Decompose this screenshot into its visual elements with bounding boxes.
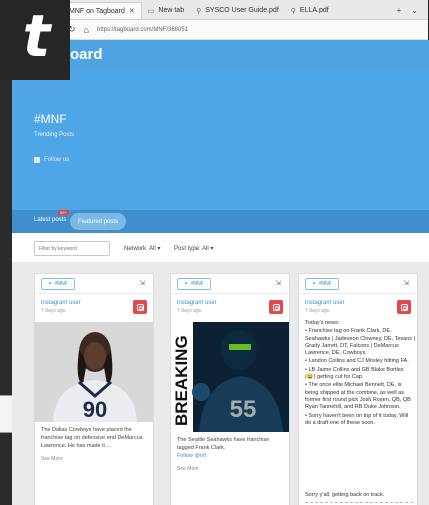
post-text-line: • Sorry haven't been on top of it today.…	[305, 412, 409, 426]
post-text-line: • Landon Collins and CJ Mosley hitting F…	[305, 358, 409, 365]
post-age: 7 days ago	[177, 308, 202, 314]
close-icon[interactable]: ✕	[129, 7, 135, 15]
featured-posts-button[interactable]: Featured posts	[70, 213, 127, 230]
tab-sysco-pdf[interactable]: ⚲ SYSCO User Guide.pdf	[190, 2, 285, 19]
card-header: ⚭ #MNF ⇲	[35, 274, 153, 294]
post-type-dropdown[interactable]: Post type: All ▾	[174, 245, 213, 252]
post-author[interactable]: instagram user	[305, 300, 345, 306]
page-subtitle: Trending Posts	[34, 132, 75, 138]
search-input[interactable]	[34, 241, 110, 256]
card-header: ⚭ #MNF ⇲	[171, 274, 289, 294]
search-icon: ⚲	[290, 7, 296, 15]
tab-title: SYSCO User Guide.pdf	[205, 7, 279, 14]
breaking-text: BREAKING	[172, 335, 191, 426]
brand-name[interactable]: oard	[70, 46, 103, 63]
tab-ella-pdf[interactable]: ⚲ ELLA.pdf	[285, 2, 335, 19]
tab-new[interactable]: ▭ New tab	[142, 2, 190, 19]
post-image[interactable]: 90	[35, 322, 153, 422]
tag-label: #MNF	[190, 281, 204, 287]
tag-label: #MNF	[318, 281, 332, 287]
pin-icon[interactable]: ⇲	[403, 279, 409, 287]
jersey-number: 55	[230, 396, 257, 423]
post-card[interactable]: ⚭ #MNF ⇲ instagram user 7 days ago BREAK…	[170, 273, 290, 505]
chevron-down-icon[interactable]: ⌄	[411, 6, 418, 15]
post-author[interactable]: instagram user	[177, 300, 217, 306]
player-photo: 90	[35, 322, 153, 422]
post-feed: ⚭ #MNF ⇲ instagram user 7 days ago 90 Th…	[12, 263, 429, 505]
post-author[interactable]: instagram user	[41, 300, 81, 306]
post-caption: The Seattle Seahawks have franchise tagg…	[177, 437, 270, 451]
filter-bar: Network: All ▾ Post type: All ▾	[12, 233, 429, 263]
tab-bar: MNF on Tagboard ✕ ▭ New tab ⚲ SYSCO User…	[12, 0, 428, 20]
follow-nfl-link[interactable]: Follow @nfl	[177, 452, 285, 460]
pin-icon[interactable]: ⇲	[275, 279, 281, 287]
tab-title: New tab	[158, 7, 185, 14]
network-filter-dropdown[interactable]: Network: All ▾	[124, 245, 160, 252]
post-image[interactable]: BREAKING 55	[171, 322, 289, 432]
tab-title: ELLA.pdf	[299, 7, 329, 14]
post-text-line: • The once elite Michael Bennett, DE, is…	[305, 382, 411, 411]
post-footer-text: Sorry y'all, getting back on track.	[305, 492, 385, 498]
breaking-graphic: BREAKING 55	[171, 322, 289, 432]
page-icon: ▭	[147, 7, 155, 15]
hero-banner: #MNF Trending Posts Follow us Latest pos…	[12, 70, 429, 233]
facebook-icon	[34, 157, 40, 163]
post-card[interactable]: ⚭ #MNF ⇲ instagram user 7 days ago 90 Th…	[34, 273, 154, 505]
instagram-icon[interactable]	[397, 300, 411, 314]
post-text-line: • Franchise tag on Frank Clark, DE, Seah…	[305, 328, 415, 357]
jersey-number: 90	[83, 397, 107, 422]
tag-button[interactable]: ⚭ #MNF	[305, 278, 339, 290]
post-text: Today's news: • Franchise tag on Frank C…	[305, 320, 415, 428]
tab-tagboard[interactable]: MNF on Tagboard ✕	[62, 2, 142, 19]
card-header: ⚭ #MNF ⇲	[299, 274, 417, 294]
new-tab-icon[interactable]: +	[397, 6, 402, 15]
url-field[interactable]: https://tagboard.com/MNF/366051	[97, 27, 188, 33]
pin-icon[interactable]: ⇲	[139, 279, 145, 287]
instagram-icon[interactable]	[133, 300, 147, 314]
post-caption: The Dallas Cowboys have placed the franc…	[41, 427, 143, 449]
new-count-badge: 99+	[58, 210, 69, 215]
tag-button[interactable]: ⚭ #MNF	[177, 278, 211, 290]
tag-label: #MNF	[54, 281, 68, 287]
address-bar: ↻ ⌂ https://tagboard.com/MNF/366051	[12, 20, 428, 40]
logo-icon: t	[22, 2, 51, 70]
see-more-link[interactable]: See More	[41, 456, 63, 462]
see-more-link[interactable]: See More	[177, 466, 199, 472]
tag-button[interactable]: ⚭ #MNF	[41, 278, 75, 290]
home-icon[interactable]: ⌂	[84, 25, 89, 35]
chain-icon: ⚭	[184, 281, 189, 287]
search-icon: ⚲	[196, 7, 202, 15]
post-text-line: Today's news:	[305, 320, 340, 326]
latest-posts-button[interactable]: Latest posts	[34, 217, 66, 223]
outer-frame-panel	[0, 395, 12, 433]
chain-icon: ⚭	[48, 281, 53, 287]
tab-title: MNF on Tagboard	[69, 7, 125, 15]
post-card[interactable]: ⚭ #MNF ⇲ instagram user 7 days ago Today…	[298, 273, 418, 505]
logo-overlay: t	[0, 0, 70, 80]
divider	[305, 502, 413, 503]
post-age: 7 days ago	[41, 308, 66, 314]
instagram-icon[interactable]	[269, 300, 283, 314]
window-controls: + ⌄	[397, 2, 428, 19]
post-age: 7 days ago	[305, 308, 330, 314]
follow-link[interactable]: Follow us	[34, 157, 69, 163]
post-text-line: • LB Jaime Collins and GB Blake Bortles …	[305, 366, 404, 381]
post-toggle-bar: Latest posts 99+ Featured posts	[12, 210, 429, 233]
page-title: #MNF	[34, 112, 67, 126]
site-header: oard	[12, 40, 429, 70]
follow-label: Follow us	[44, 157, 70, 163]
chain-icon: ⚭	[312, 281, 317, 287]
